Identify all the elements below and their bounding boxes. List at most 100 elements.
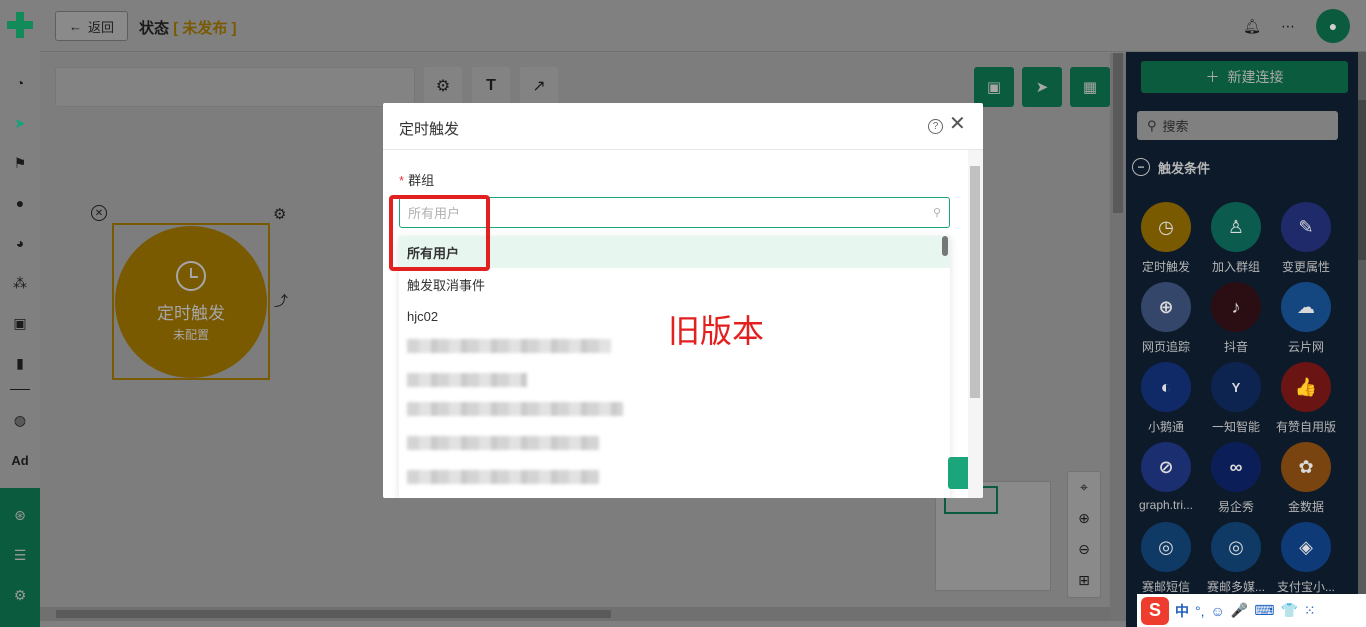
annotation-highlight-box <box>389 195 490 271</box>
ime-language[interactable]: 中 <box>1175 601 1189 621</box>
trigger-node[interactable]: 定时触发 未配置 <box>115 226 267 378</box>
tile-icon: ♙ <box>1211 202 1261 252</box>
tile-icon: ◎ <box>1141 522 1191 572</box>
tile-item[interactable]: ◷ 定时触发 <box>1131 202 1201 278</box>
cluster-icon[interactable]: ⁂ <box>0 270 40 296</box>
sogou-logo-icon[interactable]: S <box>1141 596 1169 625</box>
settings-tool-button[interactable]: ⚙ <box>424 67 462 105</box>
user-icon[interactable]: ● <box>0 190 40 216</box>
bell-icon[interactable]: 🔔︎ <box>1242 16 1262 36</box>
tile-item[interactable]: ✎ 变更属性 <box>1271 202 1341 278</box>
dropdown-option[interactable]: 触发取消事件 <box>399 268 950 300</box>
canvas-horizontal-scrollbar[interactable] <box>40 607 1110 621</box>
tile-item[interactable]: ◎ 赛邮短信 <box>1131 522 1201 598</box>
tile-item[interactable]: ⊘ graph.tri... <box>1131 442 1201 518</box>
panel-scroll-thumb[interactable] <box>1358 100 1366 260</box>
dialog-header: 定时触发 ? ✕ <box>383 103 983 150</box>
tile-label: 小鹅通 <box>1147 420 1184 434</box>
save-icon: ▣ <box>986 79 1002 96</box>
redacted-option[interactable] <box>407 470 599 484</box>
tile-item[interactable]: ✿ 金数据 <box>1271 442 1341 518</box>
new-connection-button[interactable]: ＋ 新建连接 <box>1141 61 1348 93</box>
canvas-vertical-scrollbar[interactable] <box>1110 53 1126 621</box>
tile-item[interactable]: ∞ 易企秀 <box>1201 442 1271 518</box>
tile-item[interactable]: ☁ 云片网 <box>1271 282 1341 358</box>
section-title: 触发条件 <box>1158 160 1211 176</box>
redacted-option[interactable] <box>407 402 623 416</box>
connector-icon[interactable]: ⤴ <box>274 291 288 311</box>
vscroll-thumb[interactable] <box>1113 53 1123 213</box>
zoom-out-icon[interactable]: ⊖ <box>1068 534 1100 564</box>
tile-icon: ◷ <box>1141 202 1191 252</box>
help-icon[interactable]: ? <box>928 119 943 134</box>
close-icon[interactable]: ✕ <box>949 114 966 134</box>
arrow-tool-button[interactable]: ↗ <box>520 67 558 105</box>
group-field-label: * 群组 <box>399 170 434 189</box>
bar-chart-icon[interactable]: ▮ <box>0 350 40 376</box>
fit-view-icon[interactable]: ⊞ <box>1068 565 1100 595</box>
ime-menu-icon[interactable]: ⁙ <box>1304 602 1316 619</box>
tile-item[interactable]: ♪ 抖音 <box>1201 282 1271 358</box>
dashboard-icon[interactable]: ◔ <box>0 70 40 96</box>
wechat-icon[interactable]: ◍ <box>0 407 40 433</box>
panel-search-input[interactable]: ⚲ 搜索 <box>1137 111 1338 140</box>
chat-icon[interactable]: ⋯ <box>1278 16 1298 36</box>
tile-label: 网页追踪 <box>1141 340 1190 354</box>
section-header-triggers[interactable]: − 触发条件 <box>1132 156 1210 178</box>
send-icon[interactable]: ➤ <box>0 110 40 136</box>
ime-mic-icon[interactable]: 🎤 <box>1231 602 1248 619</box>
tile-item[interactable]: ♙ 加入群组 <box>1201 202 1271 278</box>
confirm-button-edge[interactable] <box>948 457 968 489</box>
canvas-toolbar-input[interactable] <box>55 67 415 107</box>
zoom-in-icon[interactable]: ⊕ <box>1068 503 1100 533</box>
ime-punctuation[interactable]: °, <box>1195 603 1205 619</box>
ime-emoji-icon[interactable]: ☺ <box>1211 603 1225 619</box>
sidebar-bottom-group: ⊛ ☰ ⚙ <box>0 488 40 627</box>
redacted-option[interactable] <box>407 436 599 450</box>
tile-icon: ∞ <box>1211 442 1261 492</box>
tile-item[interactable]: Y 一知智能 <box>1201 362 1271 438</box>
flag-icon[interactable]: ⚑ <box>0 150 40 176</box>
tile-label: 抖音 <box>1223 340 1248 354</box>
layout-button[interactable]: ▦ <box>1070 67 1110 107</box>
ad-icon[interactable]: Ad <box>0 447 40 473</box>
dialog-scroll-thumb[interactable] <box>970 166 980 398</box>
tile-label: 一知智能 <box>1211 420 1260 434</box>
tile-item[interactable]: ◈ 支付宝小... <box>1271 522 1341 598</box>
server-icon[interactable]: ☰ <box>0 542 40 568</box>
text-tool-button[interactable]: T <box>472 67 510 105</box>
bookmark-icon[interactable]: ▣ <box>0 310 40 336</box>
node-sublabel: 未配置 <box>172 328 209 342</box>
node-settings-icon[interactable]: ⚙ <box>273 205 286 223</box>
settings-icon[interactable]: ⚙ <box>0 582 40 608</box>
users-icon[interactable]: ◕ <box>0 230 40 256</box>
annotation-text: 旧版本 <box>668 313 765 349</box>
zoom-controls: ⌖ ⊕ ⊖ ⊞ <box>1067 471 1101 598</box>
redacted-option[interactable] <box>407 373 527 387</box>
left-sidebar: ◔ ➤ ⚑ ● ◕ ⁂ ▣ ▮ ◍ Ad ⊛ ☰ ⚙ <box>0 0 40 627</box>
avatar[interactable]: ● <box>1316 9 1350 43</box>
clock-icon <box>176 261 206 291</box>
network-icon[interactable]: ⊛ <box>0 502 40 528</box>
tile-item[interactable]: 👍 有赞自用版 <box>1271 362 1341 438</box>
node-delete-icon[interactable]: ✕ <box>91 205 107 221</box>
ime-skin-icon[interactable]: 👕 <box>1280 602 1297 619</box>
ime-keyboard-icon[interactable]: ⌨ <box>1254 602 1274 619</box>
app-logo[interactable] <box>0 0 40 50</box>
new-connection-label: 新建连接 <box>1227 69 1284 85</box>
back-button[interactable]: ← 返回 <box>55 11 128 41</box>
tile-item[interactable]: ◎ 赛邮多媒... <box>1201 522 1271 598</box>
redacted-option[interactable] <box>407 339 611 353</box>
publish-button[interactable]: ➤ <box>1022 67 1062 107</box>
arrow-left-icon: ← <box>68 18 82 34</box>
dialog-scrollbar[interactable] <box>968 150 983 498</box>
save-button[interactable]: ▣ <box>974 67 1014 107</box>
hscroll-thumb[interactable] <box>56 610 611 618</box>
tile-icon: ✿ <box>1281 442 1331 492</box>
tile-item[interactable]: ◐ 小鹅通 <box>1131 362 1201 438</box>
dropdown-scroll-thumb[interactable] <box>942 236 948 256</box>
option-label: hjc02 <box>407 308 439 324</box>
tile-label: 定时触发 <box>1141 260 1190 274</box>
locate-icon[interactable]: ⌖ <box>1068 472 1100 502</box>
tile-item[interactable]: ⊕ 网页追踪 <box>1131 282 1201 358</box>
